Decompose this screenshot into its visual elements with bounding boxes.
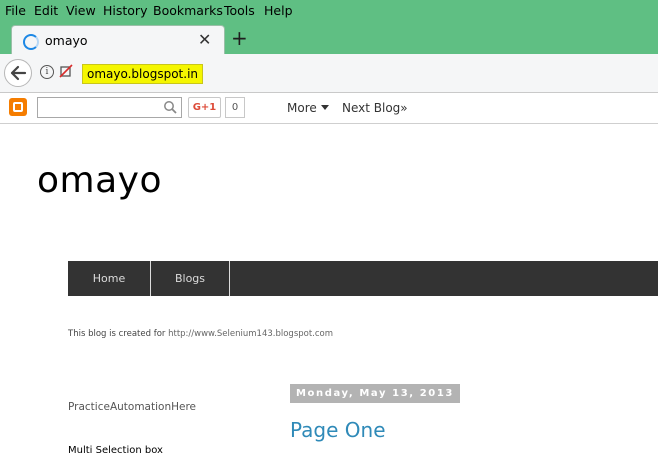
tab-blogs[interactable]: Blogs xyxy=(151,261,230,296)
menu-bookmarks[interactable]: Bookmarks xyxy=(153,3,223,18)
next-blog-link[interactable]: Next Blog» xyxy=(342,101,408,115)
tab-title: omayo xyxy=(45,33,88,48)
close-icon[interactable]: ✕ xyxy=(198,30,211,50)
menu-history[interactable]: History xyxy=(103,3,147,18)
more-menu[interactable]: More xyxy=(287,101,329,115)
blogger-navbar: G+1 0 More Next Blog» xyxy=(0,93,658,124)
url-bar[interactable]: omayo.blogspot.in xyxy=(82,64,204,84)
back-button[interactable] xyxy=(4,59,32,87)
tab-home[interactable]: Home xyxy=(68,261,151,296)
browser-tab[interactable]: omayo ✕ xyxy=(11,25,225,55)
caret-down-icon xyxy=(320,105,329,110)
menu-tools[interactable]: Tools xyxy=(224,3,255,18)
multi-selection-label: Multi Selection box xyxy=(68,445,163,456)
menu-view[interactable]: View xyxy=(66,3,96,18)
post-date-header: Monday, May 13, 2013 xyxy=(290,384,460,403)
blog-nav-tabs: Home Blogs xyxy=(68,261,658,296)
tracking-shield-icon[interactable] xyxy=(59,64,73,78)
tab-strip: omayo ✕ + xyxy=(0,22,658,55)
menu-file[interactable]: File xyxy=(5,3,26,18)
blog-description: This blog is created for http://www.Sele… xyxy=(68,329,333,339)
navigation-bar: i omayo.blogspot.in xyxy=(0,54,658,93)
menu-bar: File Edit View History Bookmarks Tools H… xyxy=(0,0,658,22)
sidebar-title: PracticeAutomationHere xyxy=(68,401,196,413)
more-label: More xyxy=(287,101,317,115)
blog-title: omayo xyxy=(37,160,162,201)
description-link[interactable]: http://www.Selenium143.blogspot.com xyxy=(168,329,333,339)
info-icon[interactable]: i xyxy=(40,65,54,79)
new-tab-button[interactable]: + xyxy=(231,25,248,51)
post-title[interactable]: Page One xyxy=(290,418,386,442)
gplus-count: 0 xyxy=(225,97,245,118)
blog-search-input[interactable] xyxy=(37,97,182,118)
back-arrow-icon xyxy=(10,65,27,81)
search-icon[interactable] xyxy=(163,100,177,114)
loading-icon xyxy=(23,34,39,50)
gplus-button[interactable]: G+1 xyxy=(188,97,221,118)
description-text: This blog is created for xyxy=(68,329,169,339)
menu-edit[interactable]: Edit xyxy=(34,3,58,18)
menu-help[interactable]: Help xyxy=(264,3,293,18)
blogger-logo-icon[interactable] xyxy=(9,98,27,116)
